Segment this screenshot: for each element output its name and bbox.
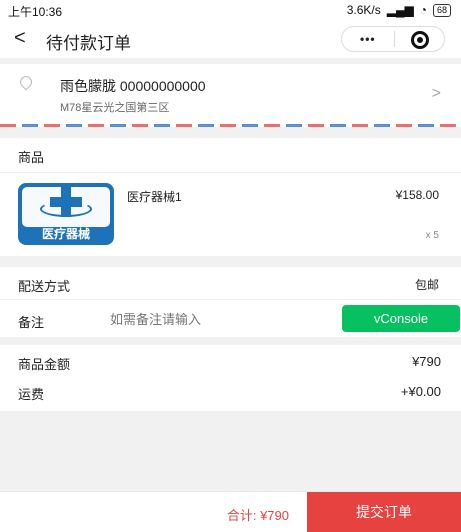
product-quantity: x 5: [425, 230, 439, 241]
wifi-icon: ◔: [419, 3, 427, 17]
location-pin-icon: [17, 73, 35, 91]
address-border-stripe: [0, 124, 461, 127]
status-indicators: 3.6K/s ▂▄▆ ◔ 68: [347, 3, 451, 17]
vconsole-button[interactable]: vConsole: [342, 305, 460, 332]
product-image[interactable]: 医疗器械: [18, 183, 114, 245]
chevron-right-icon: >: [431, 85, 441, 102]
product-price: ¥158.00: [395, 188, 439, 202]
more-dots-icon[interactable]: •••: [360, 32, 376, 46]
submit-order-button[interactable]: 提交订单: [307, 492, 461, 532]
signal-icon: ▂▄▆: [386, 3, 414, 17]
chevron-left-icon[interactable]: <: [14, 27, 26, 50]
status-bar: 上午10:36 3.6K/s ▂▄▆ ◔ 68: [0, 0, 461, 20]
page-title: 待付款订单: [46, 34, 131, 53]
battery-icon: 68: [432, 3, 451, 17]
capsule-divider: [394, 31, 395, 47]
status-time: 上午10:36: [8, 5, 63, 19]
product-name: 医疗器械1: [127, 190, 182, 204]
shipping-fee-label: 运费: [18, 387, 45, 402]
remark-label: 备注: [18, 315, 45, 330]
target-circle-icon[interactable]: [411, 31, 429, 49]
nav-bar: < 待付款订单 •••: [0, 20, 461, 58]
medical-cross-icon-vertical: [61, 187, 71, 217]
network-speed: 3.6K/s: [346, 3, 381, 17]
delivery-label: 配送方式: [18, 279, 71, 294]
goods-section: 商品 医疗器械 医疗器械1 ¥158.00 x 5: [0, 138, 461, 256]
product-image-label: 医疗器械: [41, 227, 90, 241]
checkout-bar: 合计: ¥790 提交订单: [0, 491, 461, 532]
delivery-method-row[interactable]: 配送方式 包邮: [0, 267, 461, 299]
mini-program-capsule: •••: [341, 26, 445, 52]
goods-header: 商品: [18, 150, 45, 165]
amount-summary: 商品金额 ¥790 运费 +¥0.00: [0, 345, 461, 411]
goods-amount-value: ¥790: [412, 354, 441, 369]
recipient-name-phone: 雨色朦胧 00000000000: [60, 78, 206, 94]
shipping-address-card[interactable]: 雨色朦胧 00000000000 M78星云光之国第三区 >: [0, 64, 461, 126]
delivery-value: 包邮: [414, 278, 439, 292]
goods-amount-label: 商品金额: [18, 357, 71, 372]
address-detail: M78星云光之国第三区: [60, 102, 170, 114]
divider: [0, 172, 461, 173]
remark-input[interactable]: [110, 310, 330, 328]
shipping-fee-value: +¥0.00: [400, 384, 441, 399]
order-total: 合计: ¥790: [226, 508, 289, 523]
